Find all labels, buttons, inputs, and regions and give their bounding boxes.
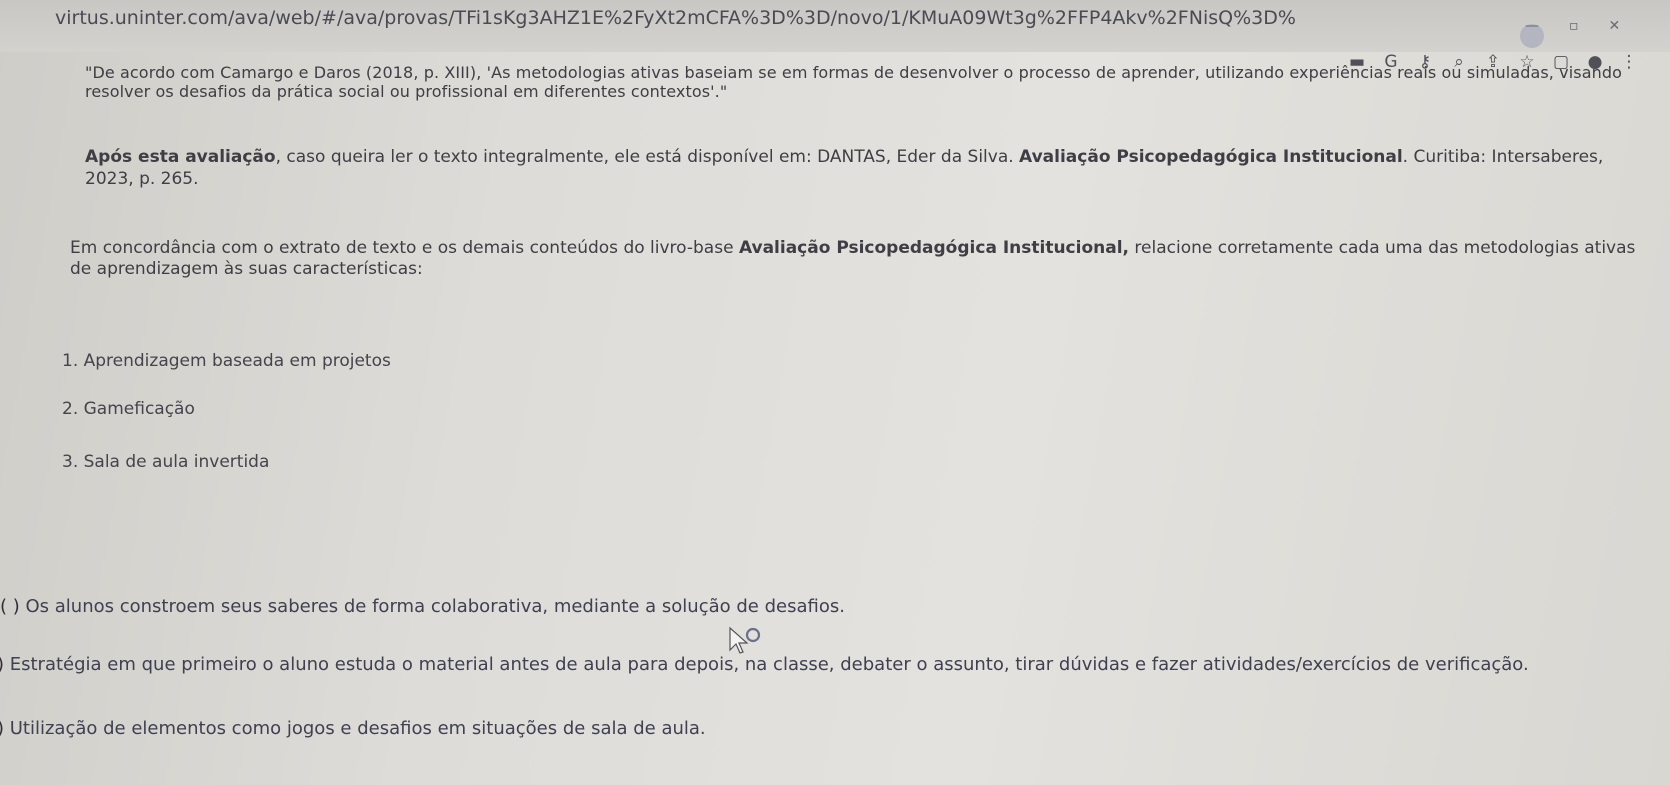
statement-2-text: Estratégia em que primeiro o aluno estud…	[4, 654, 1529, 675]
method-item-3: 3. Sala de aula invertida	[62, 452, 270, 472]
statement-1-blank[interactable]: ( )	[0, 596, 20, 617]
statement-2: ) Estratégia em que primeiro o aluno est…	[0, 654, 1529, 676]
instruction-bold: Avaliação Psicopedagógica Institucional,	[738, 238, 1129, 258]
busy-cursor-icon	[729, 626, 761, 654]
statement-3: ) Utilização de elementos como jogos e d…	[0, 718, 706, 740]
statement-1: ( ) Os alunos constroem seus saberes de …	[0, 596, 845, 618]
source-reference: Após esta avaliação, caso queira ler o t…	[85, 146, 1655, 190]
method-item-2: 2. Gameficação	[62, 399, 195, 419]
source-text: , caso queira ler o texto integralmente,…	[275, 147, 1020, 167]
statement-3-text: Utilização de elementos como jogos e des…	[4, 718, 706, 739]
source-title: Avaliação Psicopedagógica Institucional	[1019, 147, 1403, 167]
method-item-1: 1. Aprendizagem baseada em projetos	[62, 351, 391, 371]
question-quote: "De acordo com Camargo e Daros (2018, p.…	[85, 63, 1623, 101]
question-content: "De acordo com Camargo e Daros (2018, p.…	[0, 0, 1670, 785]
statement-1-text: Os alunos constroem seus saberes de form…	[19, 596, 845, 617]
question-instruction: Em concordância com o extrato de texto e…	[70, 238, 1660, 280]
source-lead: Após esta avaliação	[85, 147, 276, 167]
instruction-start: Em concordância com o extrato de texto e…	[70, 238, 739, 258]
